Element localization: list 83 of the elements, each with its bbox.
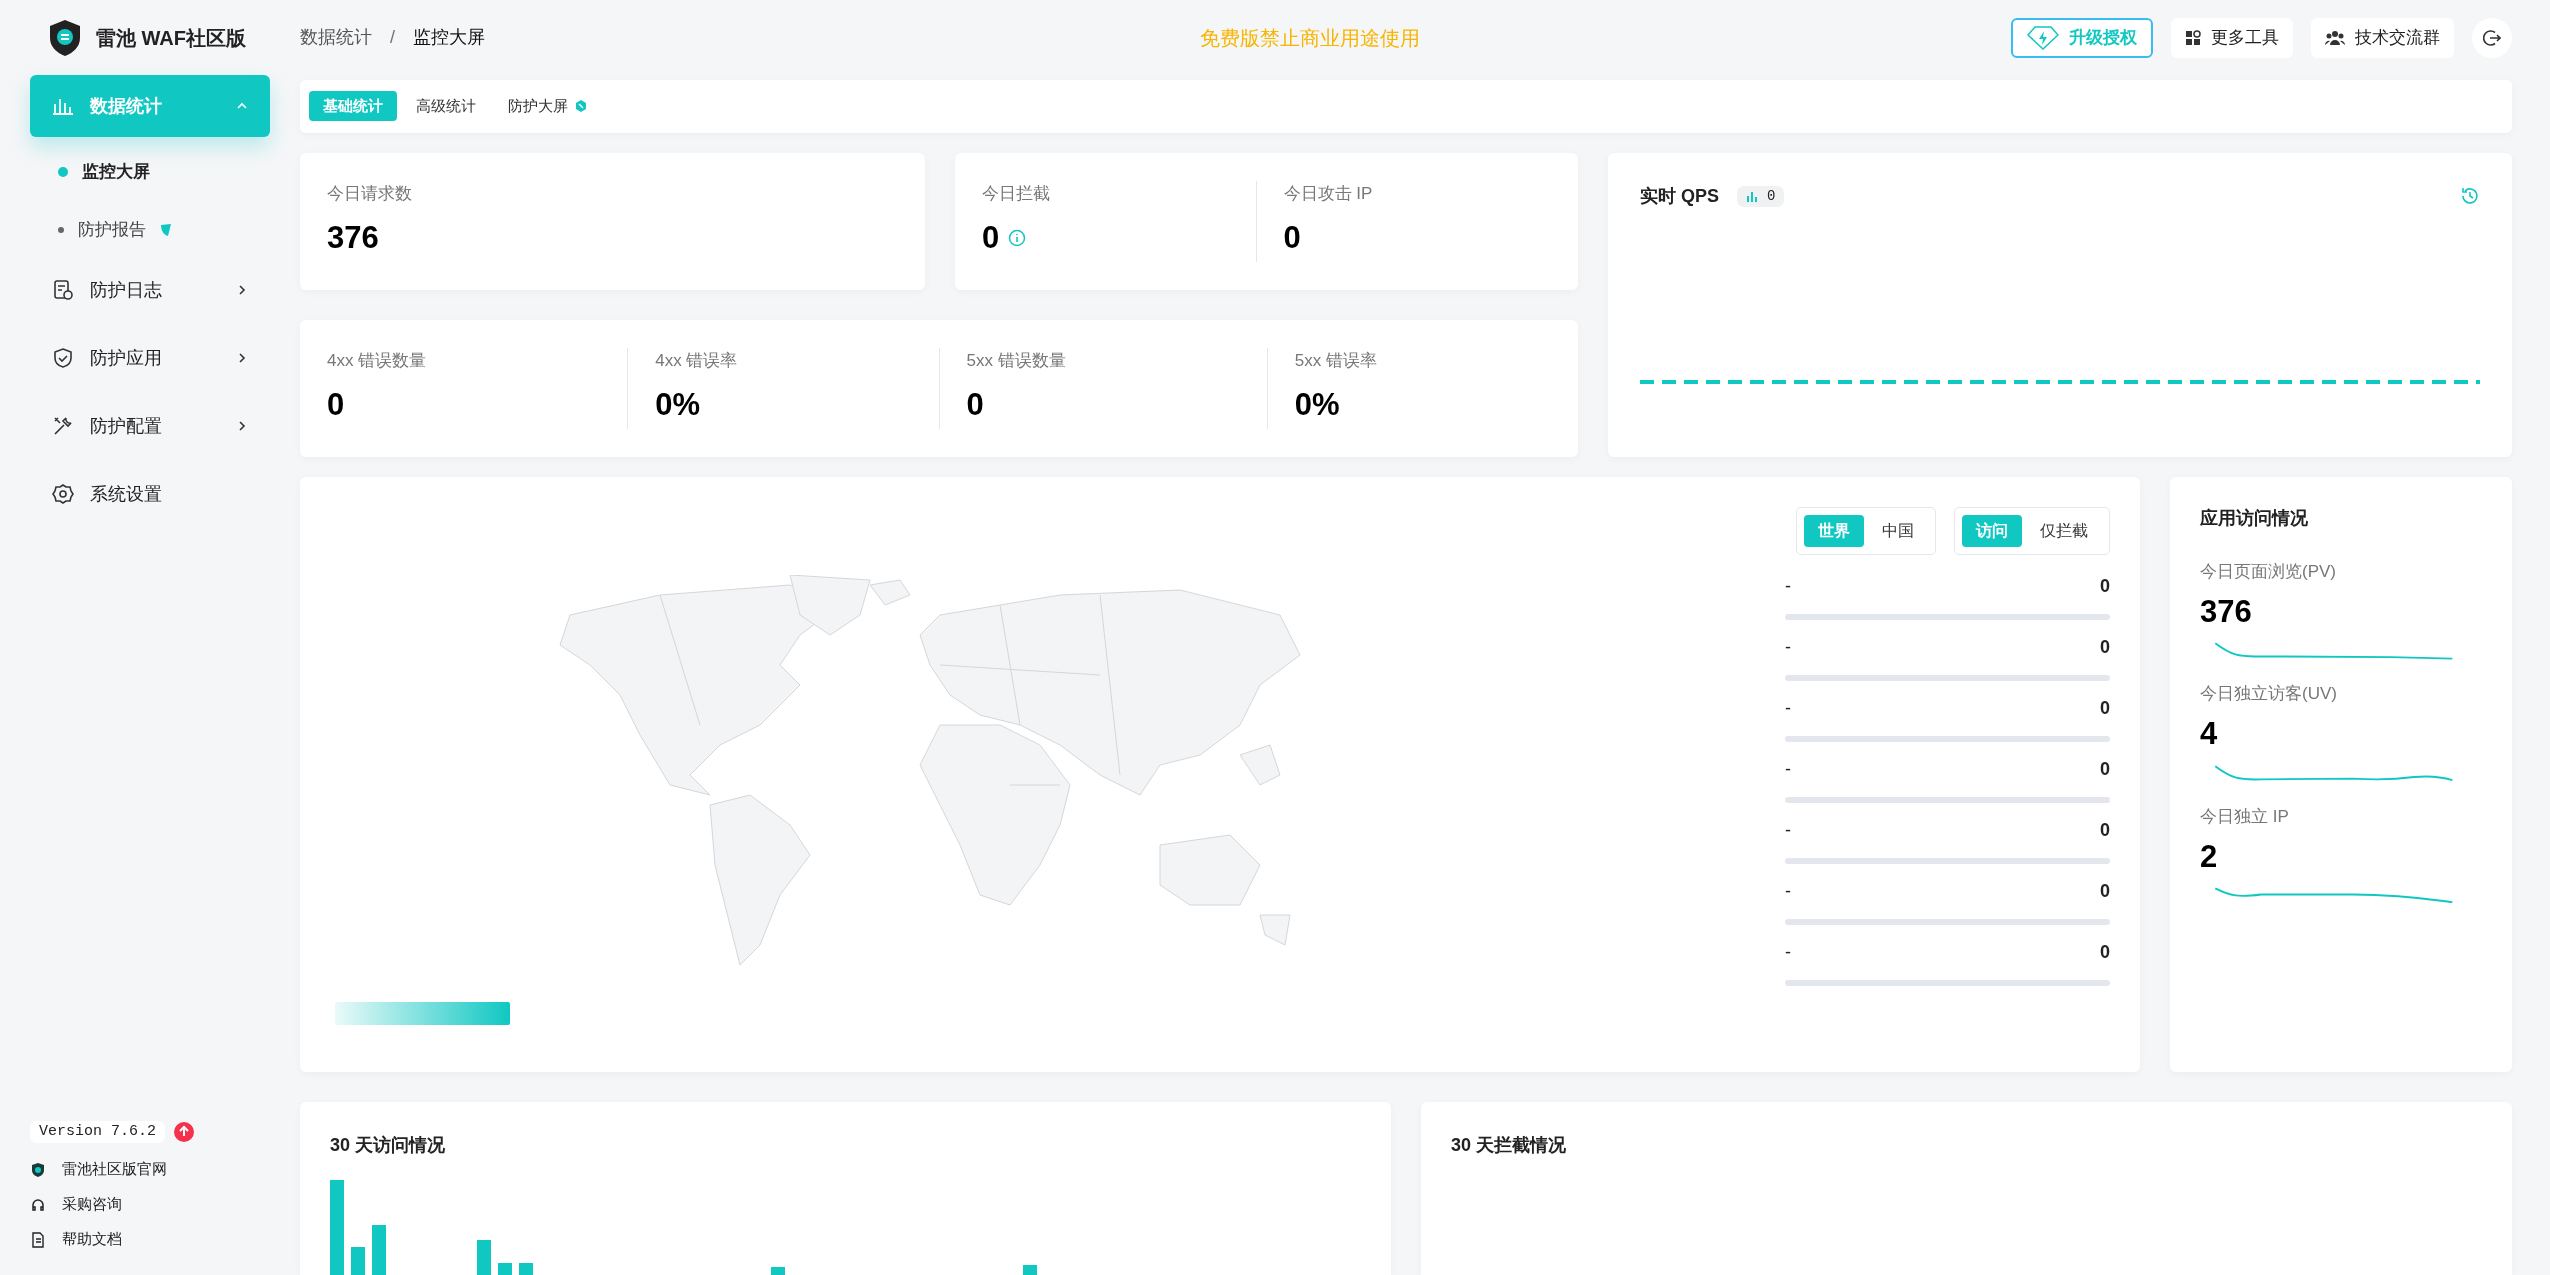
region-count: 0 [2100,574,2110,598]
sidebar-item[interactable]: 防护应用 [30,327,270,389]
gear-icon [52,483,74,505]
logout-icon [2483,28,2501,47]
chart-bar [372,1225,386,1275]
region-count: 0 [2100,818,2110,842]
more-tools-button[interactable]: 更多工具 [2171,17,2293,58]
tab[interactable]: 高级统计 [401,90,490,122]
metric-label: 今日独立访客(UV) [2200,683,2338,705]
stat-value: 0% [1294,386,1340,424]
stat-value: 0 [327,386,345,424]
region-name: - [1785,757,1791,781]
metric-value: 2 [2200,837,2219,876]
metric-label: 今日页面浏览(PV) [2200,560,2337,583]
shield-icon [30,1161,46,1178]
chart-bar [477,1240,491,1275]
sidebar-item[interactable]: 防护配置 [30,395,270,457]
stat-value: 0 [982,219,1000,257]
shield-check-icon [52,347,74,369]
stat-value: 0 [1283,219,1301,257]
document-icon [30,1231,46,1248]
chart-bar [771,1267,785,1275]
card-title: 30 天拦截情况 [1451,1133,1568,1157]
chart-bar [1023,1265,1037,1275]
metric-label: 今日独立 IP [2200,805,2290,828]
segment-option[interactable]: 仅拦截 [2026,514,2102,547]
sidebar-item[interactable]: 防护日志 [30,259,270,321]
stat-label: 今日拦截 [982,182,1051,205]
people-icon [2325,29,2345,46]
shield-logo-icon [48,18,82,57]
chart-bar [519,1263,533,1275]
stat-value: 0% [655,386,701,424]
stat-label: 4xx 错误数量 [327,349,428,372]
sidebar-link[interactable]: 帮助文档 [30,1222,270,1257]
headset-icon [30,1196,46,1213]
region-name: - [1785,818,1791,842]
stat-value: 0 [966,386,984,424]
region-name: - [1785,879,1791,903]
tools-icon [52,415,74,437]
region-count: 0 [2100,940,2110,964]
document-icon [52,279,74,301]
qps-badge: 0 [1737,185,1785,207]
sidebar-item[interactable]: 系统设置 [30,463,270,525]
stat-label: 今日攻击 IP [1283,182,1374,205]
submenu-item[interactable]: 监控大屏 [30,143,270,201]
logout-button[interactable] [2472,17,2512,58]
breadcrumb-separator: / [390,26,395,49]
region-name: - [1785,696,1791,720]
segment-option[interactable]: 中国 [1868,514,1928,547]
card-title: 30 天访问情况 [330,1133,447,1157]
region-count: 0 [2100,757,2110,781]
card-title: 应用访问情况 [2200,506,2309,530]
region-name: - [1785,574,1791,598]
card-title: 实时 QPS [1640,184,1719,208]
metric-value: 4 [2200,715,2219,753]
stat-value: 376 [327,219,379,257]
stat-label: 5xx 错误数量 [966,349,1067,372]
breadcrumb-item[interactable]: 数据统计 [300,24,372,51]
stat-label: 4xx 错误率 [655,349,739,372]
sidebar-link[interactable]: 雷池社区版官网 [30,1152,270,1187]
notice-text: 免费版禁止商业用途使用 [1199,25,1421,51]
bar-chart-icon [1746,190,1758,202]
region-name: - [1785,635,1791,659]
region-count: 0 [2100,696,2110,720]
brand-title: 雷池 WAF社区版 [96,25,246,51]
stat-label: 今日请求数 [327,182,413,205]
grid-icon [2185,29,2201,46]
breadcrumb-item: 监控大屏 [413,26,485,49]
history-icon [2460,186,2480,206]
community-group-button[interactable]: 技术交流群 [2311,17,2454,58]
region-count: 0 [2100,635,2110,659]
sidebar-link[interactable]: 采购咨询 [30,1187,270,1222]
chart-bar [351,1247,365,1275]
stat-label: 5xx 错误率 [1294,349,1378,372]
metric-value: 376 [2200,592,2253,631]
tab[interactable]: 防护大屏 [494,90,602,122]
version-label: Version 7.6.2 [30,1120,166,1143]
submenu-item[interactable]: 防护报告 [30,201,270,259]
diamond-bolt-icon [2027,25,2059,50]
upgrade-icon [174,1121,195,1142]
chart-bar [498,1263,512,1275]
region-name: - [1785,940,1791,964]
region-count: 0 [2100,879,2110,903]
